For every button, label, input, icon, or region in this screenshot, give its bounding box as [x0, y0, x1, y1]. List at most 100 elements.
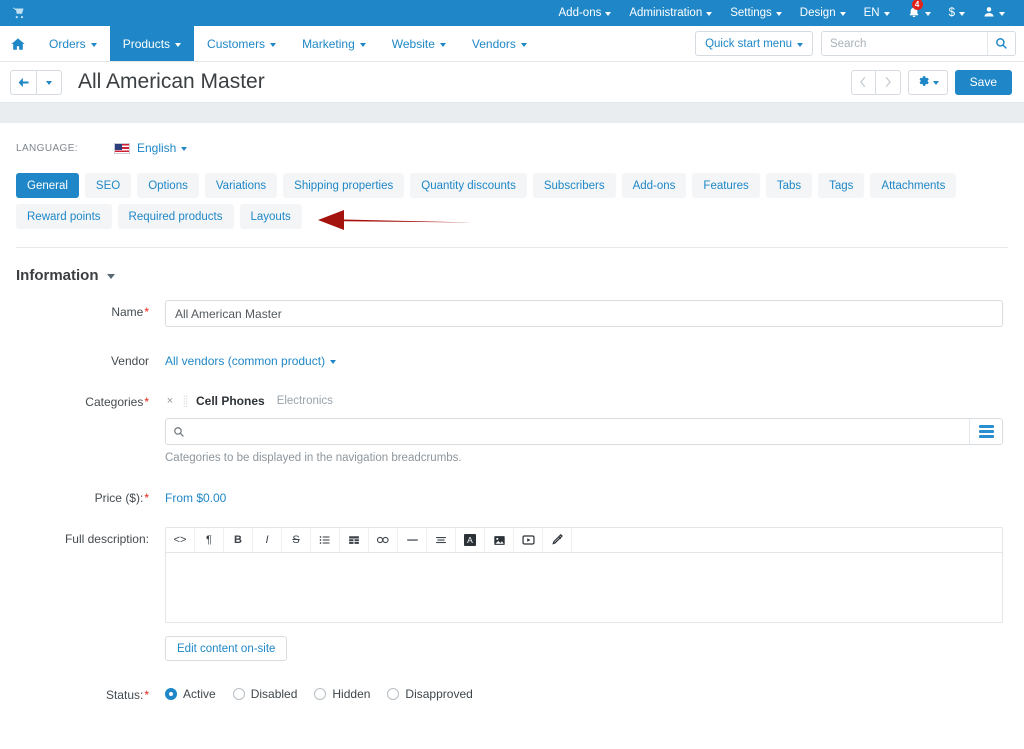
insert-image-icon[interactable]	[485, 528, 514, 552]
tab-tags[interactable]: Tags	[818, 173, 865, 198]
tab-shipping-properties[interactable]: Shipping properties	[283, 173, 405, 198]
search-input[interactable]	[822, 32, 987, 55]
tab-features[interactable]: Features	[692, 173, 760, 198]
chevron-down-icon	[270, 42, 277, 47]
chevron-down-icon	[330, 360, 337, 364]
nav-item-orders[interactable]: Orders	[36, 26, 110, 61]
status-option-disapproved[interactable]: Disapproved	[387, 687, 473, 701]
information-section-header[interactable]: Information	[16, 248, 1008, 300]
nav-right-group: Quick start menu	[695, 26, 1024, 61]
topbar-item-label: Add-ons	[558, 7, 602, 19]
language-label: LANGUAGE:	[16, 142, 78, 154]
chevron-down-icon	[924, 12, 931, 16]
topbar-item-settings[interactable]: Settings	[721, 0, 791, 26]
glyph: I	[265, 534, 269, 546]
currency-selector[interactable]: $	[940, 0, 974, 26]
category-search-input[interactable]	[192, 419, 969, 444]
status-option-active[interactable]: Active	[165, 687, 216, 701]
list-icon[interactable]	[969, 419, 1002, 444]
save-button[interactable]: Save	[954, 69, 1012, 95]
category-parent: Electronics	[276, 395, 333, 407]
back-dropdown-button[interactable]	[37, 69, 62, 95]
notifications-button[interactable]: 4	[899, 0, 940, 26]
edit-content-onsite-button[interactable]: Edit content on-site	[165, 636, 288, 661]
nav-item-label: Orders	[49, 36, 86, 51]
italic-icon[interactable]: I	[253, 528, 282, 552]
align-icon[interactable]	[427, 528, 456, 552]
form-row-vendor: Vendor All vendors (common product)	[16, 349, 1008, 368]
page-content: LANGUAGE: English General SEO Options Va…	[0, 123, 1024, 702]
us-flag-icon	[114, 142, 130, 154]
chevron-down-icon	[775, 12, 782, 16]
topbar-item-administration[interactable]: Administration	[620, 0, 721, 26]
quick-start-menu-button[interactable]: Quick start menu	[695, 31, 813, 56]
chevron-down-icon	[46, 81, 52, 85]
editor-content-area[interactable]	[166, 553, 1002, 622]
clear-format-icon[interactable]	[543, 528, 572, 552]
tab-options[interactable]: Options	[137, 173, 199, 198]
tab-variations[interactable]: Variations	[204, 173, 278, 198]
table-icon[interactable]	[340, 528, 369, 552]
tab-general[interactable]: General	[16, 173, 79, 198]
horizontal-rule-icon[interactable]	[398, 528, 427, 552]
language-row: LANGUAGE: English	[16, 123, 1008, 173]
category-search	[165, 418, 1003, 445]
caret-down-icon	[106, 274, 115, 279]
vendor-dropdown[interactable]: All vendors (common product)	[165, 349, 337, 368]
language-selected-label: English	[137, 141, 177, 155]
tab-attachments[interactable]: Attachments	[870, 173, 957, 198]
cart-icon[interactable]	[10, 4, 28, 22]
tab-add-ons[interactable]: Add-ons	[621, 173, 687, 198]
glyph: S	[292, 534, 300, 546]
tab-seo[interactable]: SEO	[84, 173, 132, 198]
glyph: <>	[173, 534, 187, 546]
insert-video-icon[interactable]	[514, 528, 543, 552]
name-input[interactable]	[165, 300, 1003, 327]
chevron-down-icon	[181, 147, 188, 151]
tab-layouts[interactable]: Layouts	[239, 204, 302, 229]
tab-reward-points[interactable]: Reward points	[16, 204, 112, 229]
nav-item-marketing[interactable]: Marketing	[289, 26, 379, 61]
status-option-hidden[interactable]: Hidden	[314, 687, 370, 701]
account-menu[interactable]	[974, 0, 1014, 26]
arrow-left-icon[interactable]	[10, 69, 37, 95]
chevron-down-icon	[839, 12, 846, 16]
unordered-list-icon[interactable]	[311, 528, 340, 552]
chevron-right-icon[interactable]	[875, 69, 901, 95]
topbar-item-design[interactable]: Design	[791, 0, 855, 26]
paragraph-icon[interactable]: ¶	[195, 528, 224, 552]
user-icon	[983, 6, 995, 21]
close-icon[interactable]: ×	[165, 395, 175, 407]
search-icon[interactable]	[987, 32, 1015, 55]
status-option-disabled[interactable]: Disabled	[232, 687, 297, 701]
status-option-label: Disapproved	[405, 687, 473, 701]
settings-dropdown-button[interactable]	[907, 69, 948, 95]
topbar-item-addons[interactable]: Add-ons	[550, 0, 621, 26]
nav-item-vendors[interactable]: Vendors	[459, 26, 540, 61]
bold-icon[interactable]: B	[224, 528, 253, 552]
font-color-icon[interactable]: A	[456, 528, 485, 552]
price-value[interactable]: From $0.00	[165, 486, 226, 505]
tab-tabs[interactable]: Tabs	[765, 173, 813, 198]
language-selector[interactable]: English	[137, 141, 188, 155]
tab-subscribers[interactable]: Subscribers	[532, 173, 616, 198]
drag-handle-icon[interactable]	[183, 394, 188, 408]
chevron-left-icon[interactable]	[850, 69, 876, 95]
vendor-value: All vendors (common product)	[165, 354, 326, 368]
nav-item-products[interactable]: Products	[109, 26, 195, 61]
topbar-item-label: EN	[863, 7, 880, 19]
source-code-icon[interactable]: <>	[166, 528, 195, 552]
glyph: B	[234, 534, 242, 546]
home-icon[interactable]	[0, 26, 36, 61]
category-name: Cell Phones	[196, 394, 265, 408]
nav-item-website[interactable]: Website	[379, 26, 459, 61]
nav-item-customers[interactable]: Customers	[194, 26, 289, 61]
tab-required-products[interactable]: Required products	[117, 204, 234, 229]
link-icon[interactable]	[369, 528, 398, 552]
tab-quantity-discounts[interactable]: Quantity discounts	[410, 173, 527, 198]
price-label-text: Price ($):	[94, 491, 144, 505]
strikethrough-icon[interactable]: S	[282, 528, 311, 552]
main-navigation-bar: Orders Products Customers Marketing Webs…	[0, 26, 1024, 62]
currency-label: $	[948, 7, 955, 19]
topbar-item-language[interactable]: EN	[855, 0, 899, 26]
